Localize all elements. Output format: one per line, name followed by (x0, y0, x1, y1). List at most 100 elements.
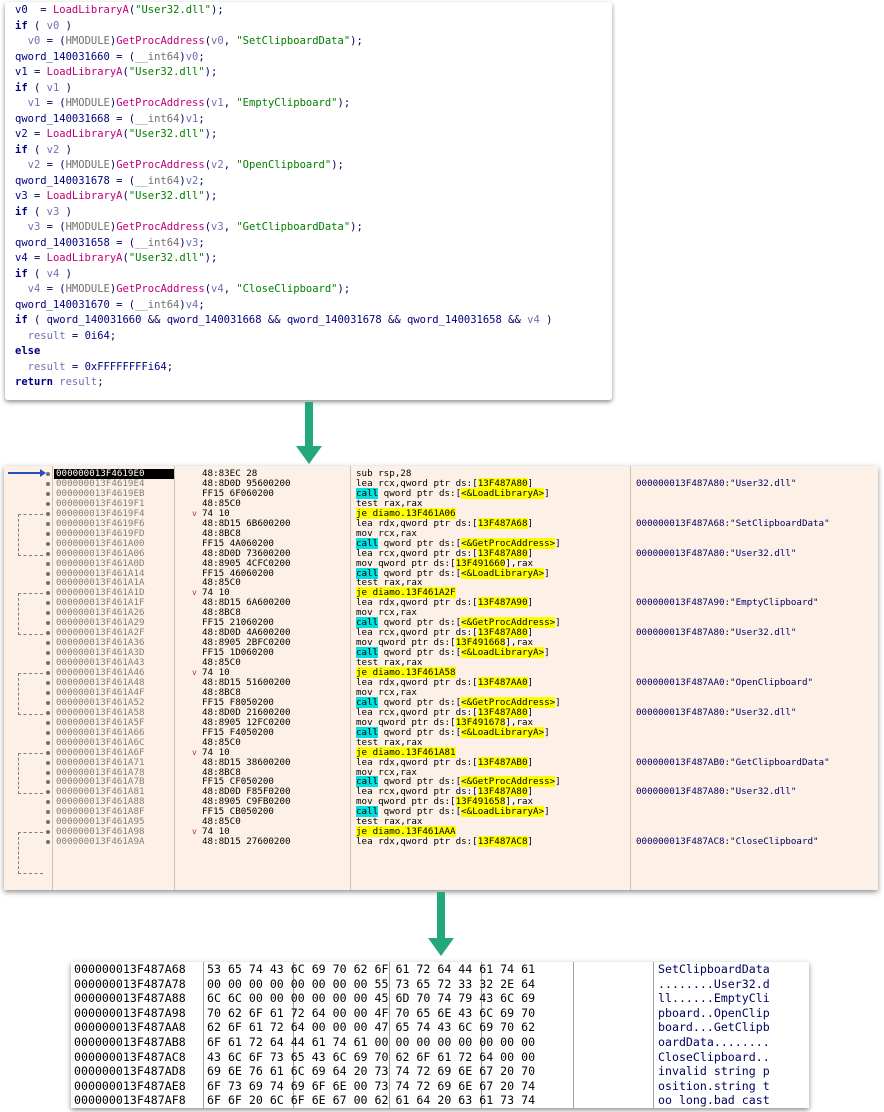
code-token: ); (337, 283, 351, 295)
code-token: v4 (27, 283, 41, 295)
breakpoint-bullet-icon[interactable] (46, 700, 50, 705)
code-line[interactable]: if ( v1 ) (15, 81, 72, 96)
breakpoint-bullet-icon[interactable] (46, 840, 50, 845)
code-line[interactable]: if ( v4 ) (15, 267, 72, 282)
code-token: v2 (27, 159, 41, 171)
code-token: ; (109, 329, 117, 342)
code-line[interactable]: qword_140031670 = (__int64)v4; (15, 298, 205, 313)
jump-branch-line (18, 752, 43, 795)
code-token: LoadLibraryA (46, 252, 123, 264)
code-line[interactable]: if ( v0 ) (15, 19, 72, 34)
breakpoint-bullet-icon[interactable] (46, 611, 50, 616)
code-token: qword_140031678 (286, 314, 382, 326)
code-token: if (15, 143, 28, 156)
breakpoint-bullet-icon[interactable] (46, 641, 50, 646)
breakpoint-bullet-icon[interactable] (46, 710, 50, 715)
breakpoint-bullet-icon[interactable] (46, 511, 50, 516)
code-token: "User32.dll" (128, 66, 205, 78)
code-token: ); (350, 221, 363, 233)
asm-token: 13F487AA0 (477, 676, 528, 688)
breakpoint-bullet-icon[interactable] (46, 472, 50, 476)
code-token: v1 (15, 66, 28, 78)
breakpoint-bullet-icon[interactable] (46, 521, 50, 526)
breakpoint-bullet-icon[interactable] (46, 631, 50, 636)
hex-bytes: 6C 6C 00 00 00 00 00 00 45 6D 70 74 79 4… (207, 991, 536, 1006)
code-token: = (27, 252, 47, 264)
code-line[interactable]: v4 = (HMODULE)GetProcAddress(v4, "CloseC… (15, 282, 351, 297)
code-line[interactable]: v0 = LoadLibraryA("User32.dll"); (15, 3, 224, 18)
code-token: qword_140031668 (15, 112, 110, 125)
breakpoint-bullet-icon[interactable] (46, 531, 50, 536)
breakpoint-bullet-icon[interactable] (46, 481, 50, 486)
code-line[interactable]: qword_140031668 = (__int64)v1; (15, 112, 205, 127)
code-token: "CloseClipboard" (236, 283, 338, 295)
code-line[interactable]: result = 0i64; (15, 329, 117, 344)
breakpoint-bullet-icon[interactable] (46, 820, 50, 825)
breakpoint-bullet-icon[interactable] (46, 571, 50, 576)
code-line[interactable]: qword_140031678 = (__int64)v2; (15, 174, 205, 189)
breakpoint-bullet-icon[interactable] (46, 561, 50, 566)
code-line[interactable]: v1 = LoadLibraryA("User32.dll"); (15, 65, 217, 80)
breakpoint-bullet-icon[interactable] (46, 730, 50, 735)
code-line[interactable]: v2 = LoadLibraryA("User32.dll"); (15, 127, 217, 142)
code-line[interactable]: v2 = (HMODULE)GetProcAddress(v2, "OpenCl… (15, 158, 344, 173)
code-line[interactable]: if ( qword_140031660 && qword_140031668 … (15, 313, 552, 328)
hex-address: 000000013F487A68 (74, 962, 186, 976)
breakpoint-bullet-icon[interactable] (46, 800, 50, 805)
breakpoint-bullet-icon[interactable] (46, 830, 50, 835)
breakpoint-bullet-icon[interactable] (46, 671, 50, 675)
breakpoint-bullet-icon[interactable] (46, 591, 50, 596)
breakpoint-bullet-icon[interactable] (46, 601, 50, 606)
breakpoint-bullet-icon[interactable] (46, 720, 50, 725)
breakpoint-bullet-icon[interactable] (46, 740, 50, 745)
breakpoint-bullet-icon[interactable] (46, 661, 50, 666)
breakpoint-bullet-icon[interactable] (46, 581, 50, 586)
breakpoint-bullet-icon[interactable] (46, 501, 50, 506)
disasm-row[interactable]: 000000013F461A9A 48:8D15 27600200 lea rdx,… (4, 836, 878, 848)
asm-token: lea rdx,qword ptr ds:[ (356, 836, 478, 848)
code-line[interactable]: v1 = (HMODULE)GetProcAddress(v1, "EmptyC… (15, 96, 351, 111)
code-token: GetProcAddress (116, 97, 205, 109)
jump-branch-line (18, 513, 43, 556)
pseudocode-panel[interactable]: v0 = LoadLibraryA("User32.dll"); if ( v0 … (5, 2, 612, 400)
asm-token: <&LoadLibraryA> (461, 567, 545, 579)
breakpoint-bullet-icon[interactable] (46, 621, 50, 626)
breakpoint-bullet-icon[interactable] (46, 690, 50, 695)
breakpoint-bullet-icon[interactable] (46, 680, 50, 685)
hex-ascii: ........User32.d (658, 976, 770, 991)
asm-token: ] (527, 597, 534, 609)
breakpoint-bullet-icon[interactable] (46, 790, 50, 795)
code-line[interactable]: v4 = LoadLibraryA("User32.dll"); (15, 251, 217, 266)
breakpoint-bullet-icon[interactable] (46, 770, 50, 775)
code-line[interactable]: result = 0xFFFFFFFFi64; (15, 360, 173, 375)
disasm-row[interactable]: 000000013F461A71 48:8D15 38600200 lea rdx,… (4, 756, 878, 768)
breakpoint-bullet-icon[interactable] (46, 750, 50, 755)
asm-token: 13F487A68 (477, 517, 528, 529)
instruction-comment: 000000013F487A80:"User32.dll" (636, 627, 797, 639)
breakpoint-bullet-icon[interactable] (46, 651, 50, 656)
code-line[interactable]: qword_140031660 = (__int64)v0; (15, 50, 205, 65)
code-line[interactable]: v3 = LoadLibraryA("User32.dll"); (15, 189, 217, 204)
breakpoint-bullet-icon[interactable] (46, 491, 50, 496)
breakpoint-bullet-icon[interactable] (46, 541, 50, 546)
code-line[interactable]: if ( v3 ) (15, 205, 72, 220)
code-token: ; (166, 360, 174, 373)
code-line[interactable]: v3 = (HMODULE)GetProcAddress(v3, "GetCli… (15, 220, 363, 235)
code-token: LoadLibraryA (46, 190, 123, 202)
code-line[interactable]: if ( v2 ) (15, 143, 72, 158)
hex-dump-panel[interactable]: 000000013F487A68 53 65 74 43 6C 69 70 62 … (71, 962, 809, 1108)
asm-token: <&LoadLibraryA> (461, 726, 545, 738)
breakpoint-bullet-icon[interactable] (46, 551, 50, 556)
code-line[interactable]: qword_140031658 = (__int64)v3; (15, 236, 205, 251)
code-line[interactable]: else (15, 344, 40, 359)
code-token: qword_140031660 (15, 50, 110, 63)
breakpoint-bullet-icon[interactable] (46, 760, 50, 765)
code-line[interactable]: return result; (15, 375, 104, 390)
breakpoint-bullet-icon[interactable] (46, 780, 50, 785)
code-token: qword_140031660 (46, 314, 142, 326)
code-line[interactable]: v0 = (HMODULE)GetProcAddress(v0, "SetCli… (15, 34, 363, 49)
breakpoint-bullet-icon[interactable] (46, 810, 50, 815)
disassembly-panel[interactable]: 000000013F4619E0 48:83EC 28 sub rsp,28 0000… (4, 466, 878, 890)
code-token: result (27, 329, 66, 342)
